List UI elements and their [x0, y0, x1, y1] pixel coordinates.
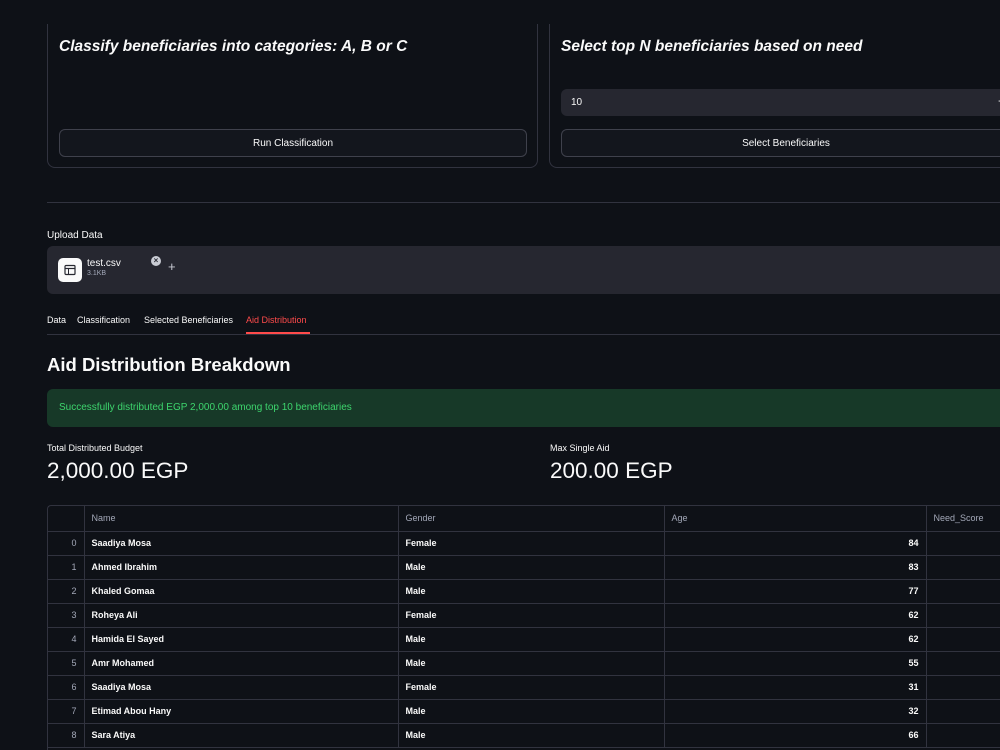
row-index: 5: [48, 651, 85, 676]
cell-need-score[interactable]: [926, 723, 1000, 748]
row-index: 4: [48, 627, 85, 652]
cell-age[interactable]: 77: [664, 579, 927, 604]
select-beneficiaries-button[interactable]: Select Beneficiaries: [561, 129, 1000, 157]
cell-age[interactable]: 55: [664, 651, 927, 676]
cell-age[interactable]: 32: [664, 699, 927, 724]
table-row: 4 Hamida El Sayed Male 62: [48, 627, 1000, 652]
section-title: Aid Distribution Breakdown: [47, 354, 291, 375]
cell-name[interactable]: Roheya Ali: [84, 603, 399, 628]
row-index: 8: [48, 723, 85, 748]
column-header-index[interactable]: [48, 506, 85, 532]
cell-name[interactable]: Sara Atiya: [84, 723, 399, 748]
column-header-name[interactable]: Name: [84, 506, 399, 532]
cell-need-score[interactable]: [926, 675, 1000, 700]
cell-age[interactable]: 66: [664, 723, 927, 748]
max-aid-label: Max Single Aid: [550, 443, 610, 453]
cell-gender[interactable]: Male: [398, 723, 665, 748]
distribution-table[interactable]: Name Gender Age Need_Score 0 Saadiya Mos…: [47, 505, 1000, 750]
uploaded-file-chip: test.csv 3.1KB ×: [58, 256, 162, 284]
cell-name[interactable]: Hamida El Sayed: [84, 627, 399, 652]
cell-need-score[interactable]: [926, 579, 1000, 604]
file-table-icon: [58, 258, 82, 282]
table-row: 8 Sara Atiya Male 66: [48, 723, 1000, 748]
success-message: Successfully distributed EGP 2,000.00 am…: [59, 402, 352, 413]
table-header-row: Name Gender Age Need_Score: [48, 506, 1000, 532]
column-header-age[interactable]: Age: [664, 506, 927, 532]
run-classification-button[interactable]: Run Classification: [59, 129, 527, 157]
cell-gender[interactable]: Female: [398, 603, 665, 628]
table-row: 5 Amr Mohamed Male 55: [48, 651, 1000, 676]
selection-card: Select top N beneficiaries based on need…: [549, 24, 1000, 168]
cell-age[interactable]: 62: [664, 603, 927, 628]
tab-bar: Data Classification Selected Beneficiari…: [47, 314, 1000, 335]
cell-need-score[interactable]: [926, 651, 1000, 676]
row-index: 6: [48, 675, 85, 700]
cell-name[interactable]: Saadiya Mosa: [84, 531, 399, 556]
column-header-gender[interactable]: Gender: [398, 506, 665, 532]
table-row: 7 Etimad Abou Hany Male 32: [48, 699, 1000, 724]
column-header-need-score[interactable]: Need_Score: [926, 506, 1000, 532]
total-budget-value: 2,000.00 EGP: [47, 458, 189, 483]
cell-need-score[interactable]: [926, 699, 1000, 724]
classification-card: Classify beneficiaries into categories: …: [47, 24, 538, 168]
cell-need-score[interactable]: [926, 555, 1000, 580]
success-alert: Successfully distributed EGP 2,000.00 am…: [47, 389, 1000, 427]
cell-gender[interactable]: Male: [398, 651, 665, 676]
row-index: 3: [48, 603, 85, 628]
top-n-value: 10: [571, 97, 583, 108]
cell-gender[interactable]: Male: [398, 699, 665, 724]
app-page: Classify beneficiaries into categories: …: [0, 0, 1000, 750]
cell-age[interactable]: 62: [664, 627, 927, 652]
cell-name[interactable]: Etimad Abou Hany: [84, 699, 399, 724]
tab-aid-distribution[interactable]: Aid Distribution: [246, 315, 307, 325]
tab-selected-beneficiaries[interactable]: Selected Beneficiaries: [144, 315, 233, 325]
cell-age[interactable]: 83: [664, 555, 927, 580]
cell-need-score[interactable]: [926, 603, 1000, 628]
table-row: 2 Khaled Gomaa Male 77: [48, 579, 1000, 604]
active-tab-indicator: [246, 332, 310, 334]
upload-label: Upload Data: [47, 230, 103, 241]
total-budget-label: Total Distributed Budget: [47, 443, 143, 453]
cell-name[interactable]: Saadiya Mosa: [84, 675, 399, 700]
selection-title: Select top N beneficiaries based on need: [561, 38, 863, 55]
table-row: 1 Ahmed Ibrahim Male 83: [48, 555, 1000, 580]
tab-classification[interactable]: Classification: [77, 315, 130, 325]
row-index: 7: [48, 699, 85, 724]
cell-age[interactable]: 84: [664, 531, 927, 556]
section-divider: [47, 202, 1000, 203]
cell-name[interactable]: Ahmed Ibrahim: [84, 555, 399, 580]
table-row: 6 Saadiya Mosa Female 31: [48, 675, 1000, 700]
tab-data[interactable]: Data: [47, 315, 66, 325]
table-row: 3 Roheya Ali Female 62: [48, 603, 1000, 628]
remove-file-icon[interactable]: ×: [151, 256, 161, 266]
cell-name[interactable]: Khaled Gomaa: [84, 579, 399, 604]
cell-need-score[interactable]: [926, 531, 1000, 556]
row-index: 0: [48, 531, 85, 556]
file-name: test.csv: [87, 258, 121, 269]
max-aid-value: 200.00 EGP: [550, 458, 673, 483]
row-index: 2: [48, 579, 85, 604]
cell-gender[interactable]: Male: [398, 555, 665, 580]
cell-need-score[interactable]: [926, 627, 1000, 652]
file-size: 3.1KB: [87, 270, 107, 277]
classification-title: Classify beneficiaries into categories: …: [59, 38, 408, 55]
row-index: 1: [48, 555, 85, 580]
cell-gender[interactable]: Male: [398, 627, 665, 652]
cell-gender[interactable]: Female: [398, 531, 665, 556]
cell-gender[interactable]: Female: [398, 675, 665, 700]
cell-name[interactable]: Amr Mohamed: [84, 651, 399, 676]
top-n-input[interactable]: 10 −: [561, 89, 1000, 116]
table-row: 0 Saadiya Mosa Female 84: [48, 531, 1000, 556]
cell-age[interactable]: 31: [664, 675, 927, 700]
add-file-icon[interactable]: +: [168, 259, 176, 274]
file-uploader[interactable]: test.csv 3.1KB × +: [47, 246, 1000, 294]
cell-gender[interactable]: Male: [398, 579, 665, 604]
